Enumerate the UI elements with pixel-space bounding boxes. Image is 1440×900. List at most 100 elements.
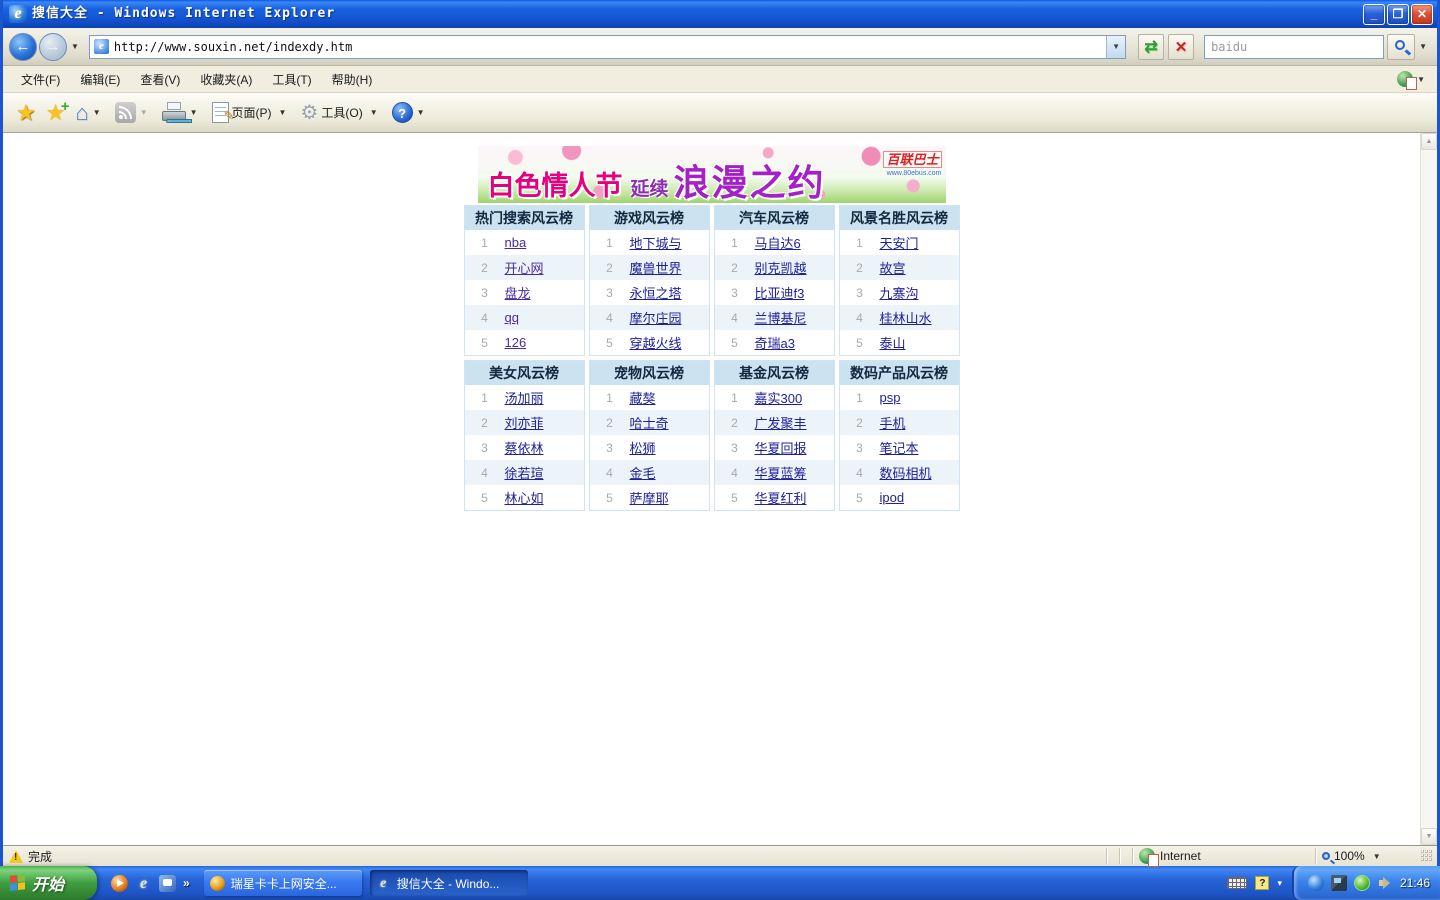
- rank-link[interactable]: 嘉实300: [755, 388, 803, 407]
- rank-link[interactable]: 奇瑞a3: [755, 333, 795, 352]
- menu-help[interactable]: 帮助(H): [322, 67, 383, 92]
- rank-link[interactable]: 华夏红利: [755, 488, 807, 507]
- rank-link[interactable]: 天安门: [880, 233, 919, 252]
- rank-link[interactable]: 徐若瑄: [505, 463, 544, 482]
- task-button-souxin[interactable]: e 搜信大全 - Windo...: [369, 870, 528, 896]
- close-button[interactable]: ✕: [1411, 3, 1433, 25]
- rank-link[interactable]: 藏獒: [630, 388, 656, 407]
- rank-link[interactable]: 汤加丽: [505, 388, 544, 407]
- search-input[interactable]: baidu: [1204, 34, 1385, 59]
- rank-number: 4: [856, 310, 863, 325]
- search-dropdown-icon[interactable]: ▼: [1415, 42, 1431, 51]
- rank-link[interactable]: 126: [505, 335, 527, 350]
- refresh-button[interactable]: ⇄: [1138, 33, 1165, 60]
- rank-link[interactable]: 穿越火线: [630, 333, 682, 352]
- keyboard-icon[interactable]: [1227, 877, 1248, 889]
- board-row: 5 林心如: [465, 485, 584, 510]
- rank-link[interactable]: ipod: [880, 490, 905, 505]
- rank-link[interactable]: 兰博基尼: [755, 308, 807, 327]
- rank-link[interactable]: 笔记本: [880, 438, 919, 457]
- rank-link[interactable]: 永恒之塔: [630, 283, 682, 302]
- home-button[interactable]: ⌂ ▼: [72, 98, 107, 128]
- rank-link[interactable]: 哈士奇: [630, 413, 669, 432]
- volume-tray-icon[interactable]: [1377, 875, 1393, 891]
- rank-link[interactable]: 萨摩耶: [630, 488, 669, 507]
- rank-link[interactable]: 手机: [880, 413, 906, 432]
- rank-link[interactable]: qq: [505, 310, 519, 325]
- print-button[interactable]: ▼: [159, 100, 205, 125]
- show-hidden-icons[interactable]: ▾: [1277, 878, 1282, 889]
- rank-link[interactable]: 桂林山水: [880, 308, 932, 327]
- kaka-tray-icon[interactable]: [1353, 875, 1370, 891]
- rank-link[interactable]: 九寨沟: [880, 283, 919, 302]
- task-button-rising[interactable]: 瑞星卡卡上网安全...: [203, 870, 362, 896]
- menu-file[interactable]: 文件(F): [11, 67, 70, 92]
- rank-link[interactable]: 故宫: [880, 258, 906, 277]
- rank-link[interactable]: nba: [505, 235, 527, 250]
- zoom-dropdown-icon[interactable]: ▼: [1369, 852, 1385, 861]
- add-favorite-button[interactable]: ★ +: [43, 98, 70, 128]
- rank-link[interactable]: 金毛: [630, 463, 656, 482]
- board-row: 5 126: [465, 330, 584, 355]
- scroll-down-icon[interactable]: ▼: [1421, 828, 1437, 845]
- vertical-scrollbar[interactable]: ▲ ▼: [1420, 133, 1437, 845]
- rank-link[interactable]: 马自达6: [755, 233, 801, 252]
- network-tray-icon[interactable]: [1330, 875, 1347, 891]
- status-text: 完成: [28, 849, 53, 864]
- forward-button[interactable]: →: [39, 32, 67, 61]
- rank-link[interactable]: 华夏回报: [755, 438, 807, 457]
- rank-link[interactable]: 地下城与: [630, 233, 682, 252]
- rank-number: 4: [481, 465, 488, 480]
- resize-grip[interactable]: [1421, 850, 1433, 862]
- rank-link[interactable]: 蔡依林: [505, 438, 544, 457]
- scroll-up-icon[interactable]: ▲: [1421, 133, 1437, 150]
- start-button[interactable]: 开始: [0, 866, 97, 900]
- feeds-button[interactable]: ▼: [112, 100, 155, 125]
- antivirus-tray-icon[interactable]: [1307, 875, 1324, 891]
- banner-logo: 百联巴士 www.80ebus.com: [883, 149, 942, 177]
- menu-favorites[interactable]: 收藏夹(A): [190, 67, 262, 92]
- address-url[interactable]: http://www.souxin.net/indexdy.htm: [114, 40, 1106, 54]
- rank-link[interactable]: 开心网: [505, 258, 544, 277]
- promo-banner[interactable]: 白色情人节 延续 浪漫之约 百联巴士 www.80ebus.com: [477, 146, 946, 203]
- quicklaunch-overflow-icon[interactable]: »: [183, 876, 190, 890]
- rank-link[interactable]: psp: [880, 390, 901, 405]
- send-page-icon[interactable]: [1397, 71, 1418, 90]
- media-player-icon[interactable]: [111, 874, 128, 892]
- warning-icon[interactable]: [9, 849, 23, 864]
- menu-tools[interactable]: 工具(T): [262, 67, 321, 92]
- history-dropdown-icon[interactable]: ▼: [67, 42, 83, 51]
- home-icon: ⌂: [75, 99, 89, 125]
- minimize-button[interactable]: _: [1363, 3, 1385, 25]
- rank-link[interactable]: 刘亦菲: [505, 413, 544, 432]
- maximize-button[interactable]: ❐: [1387, 3, 1409, 25]
- rank-link[interactable]: 别克凯越: [755, 258, 807, 277]
- address-bar[interactable]: e http://www.souxin.net/indexdy.htm ▼: [88, 34, 1127, 59]
- rank-link[interactable]: 松狮: [630, 438, 656, 457]
- help-button[interactable]: ? ▼: [389, 100, 432, 125]
- menu-edit[interactable]: 编辑(E): [70, 67, 130, 92]
- menu-view[interactable]: 查看(V): [130, 67, 190, 92]
- rank-link[interactable]: 广发聚丰: [755, 413, 807, 432]
- rank-link[interactable]: 林心如: [505, 488, 544, 507]
- search-button[interactable]: [1387, 33, 1416, 60]
- ie-quicklaunch-icon[interactable]: e: [135, 875, 152, 892]
- stop-button[interactable]: ✕: [1168, 33, 1195, 60]
- rank-link[interactable]: 华夏蓝筹: [755, 463, 807, 482]
- rank-link[interactable]: 摩尔庄园: [630, 308, 682, 327]
- page-menu-button[interactable]: ✎ 页面(P) ▼: [209, 100, 294, 125]
- rank-number: 2: [856, 260, 863, 275]
- stop-icon: ✕: [1174, 38, 1188, 56]
- address-dropdown-icon[interactable]: ▼: [1106, 35, 1126, 58]
- rank-link[interactable]: 盘龙: [505, 283, 531, 302]
- rank-link[interactable]: 魔兽世界: [630, 258, 682, 277]
- messenger-icon[interactable]: [159, 874, 176, 892]
- back-button[interactable]: ←: [9, 32, 37, 61]
- rank-link[interactable]: 数码相机: [880, 463, 932, 482]
- favorites-center-button[interactable]: ★: [13, 98, 39, 128]
- zoom-control[interactable]: 100% ▼: [1322, 849, 1417, 863]
- language-help-icon[interactable]: ?: [1255, 876, 1270, 890]
- rank-link[interactable]: 泰山: [880, 333, 906, 352]
- rank-link[interactable]: 比亚迪f3: [755, 283, 805, 302]
- tools-menu-button[interactable]: ⚙ 工具(O) ▼: [297, 98, 384, 127]
